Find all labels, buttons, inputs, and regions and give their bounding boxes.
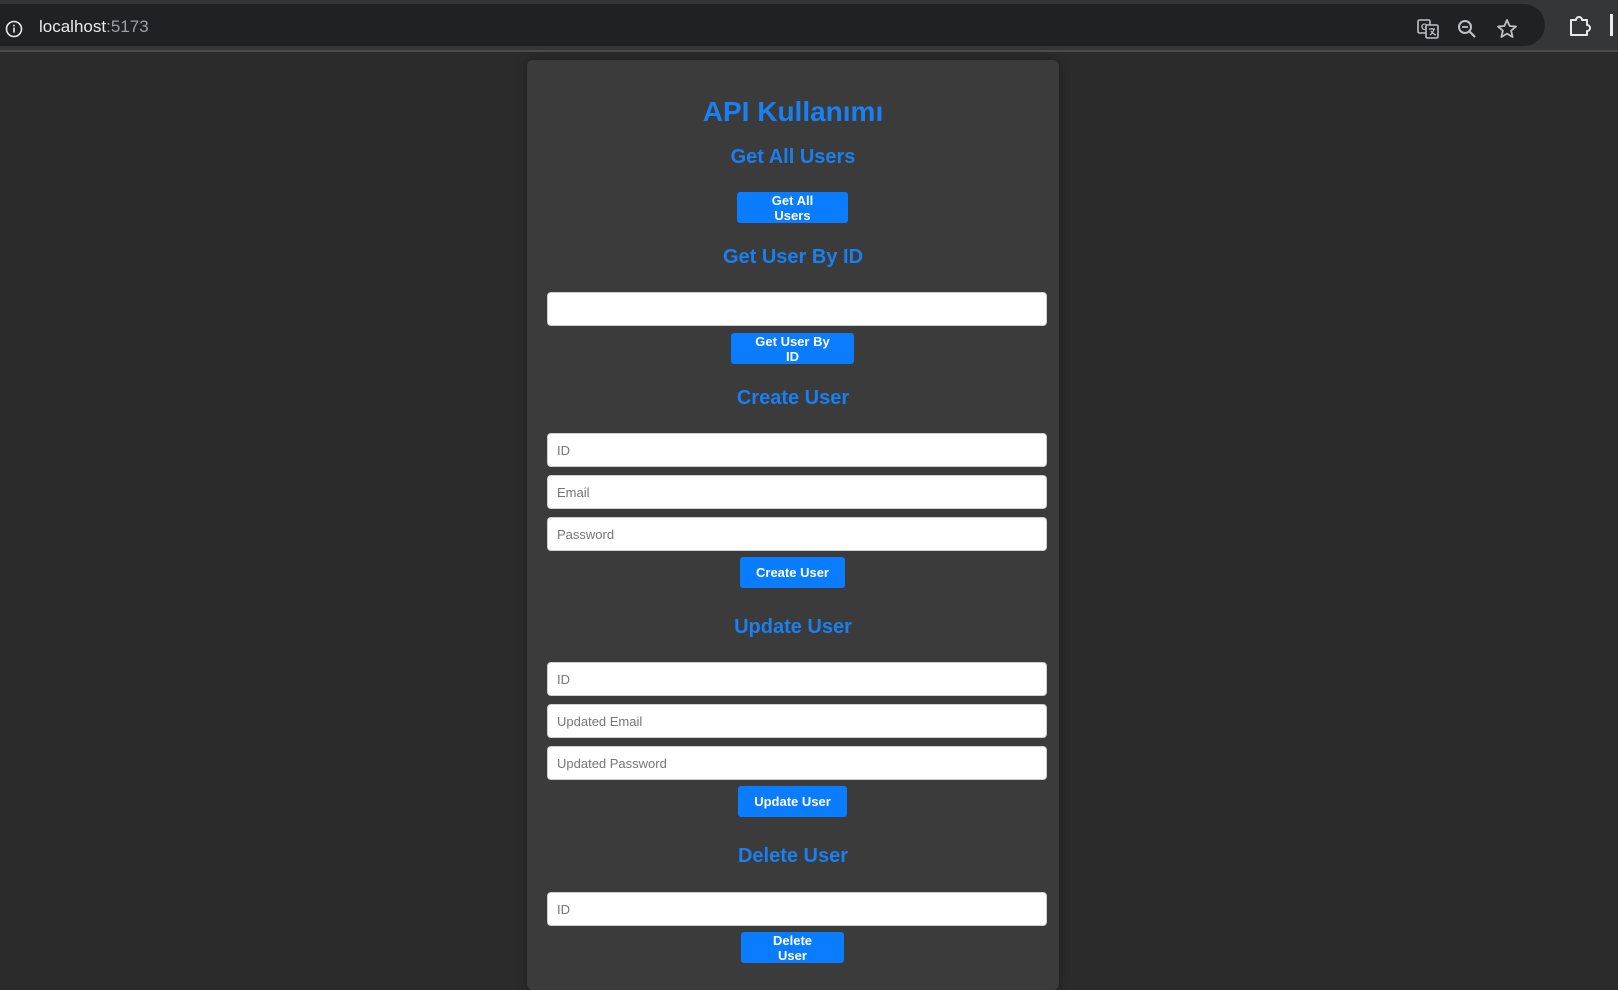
zoom-out-icon[interactable] [1455,17,1479,41]
get-user-id-input[interactable] [547,292,1047,326]
update-email-input[interactable] [547,704,1047,738]
get-user-by-id-heading: Get User By ID [722,246,864,268]
delete-id-input[interactable] [547,892,1047,926]
update-id-input[interactable] [547,662,1047,696]
address-bar[interactable]: localhost:5173 G [0,4,1545,46]
window-edge [1610,14,1613,36]
delete-user-heading: Delete User [737,845,849,867]
api-card: API Kullanımı Get All Users Get All User… [527,60,1059,990]
create-password-input[interactable] [547,517,1047,551]
extensions-icon[interactable] [1567,12,1593,38]
create-email-input[interactable] [547,475,1047,509]
create-id-input[interactable] [547,433,1047,467]
info-icon[interactable] [5,20,23,38]
url-text[interactable]: localhost:5173 [39,17,149,37]
url-port: :5173 [106,17,149,36]
get-all-users-heading: Get All Users [730,146,856,168]
url-host: localhost [39,17,107,36]
update-password-input[interactable] [547,746,1047,780]
get-all-users-button[interactable]: Get All Users [737,192,848,223]
page-viewport: API Kullanımı Get All Users Get All User… [0,54,1618,990]
page-title: API Kullanımı [702,96,884,127]
translate-icon[interactable]: G [1416,17,1440,41]
get-user-by-id-button[interactable]: Get User By ID [731,333,854,364]
bookmark-star-icon[interactable] [1495,17,1519,41]
update-user-heading: Update User [734,616,852,638]
update-user-button[interactable]: Update User [738,786,847,817]
create-user-heading: Create User [736,387,850,409]
create-user-button[interactable]: Create User [740,557,845,588]
browser-toolbar: localhost:5173 G [0,0,1618,52]
delete-user-button[interactable]: Delete User [741,932,844,963]
